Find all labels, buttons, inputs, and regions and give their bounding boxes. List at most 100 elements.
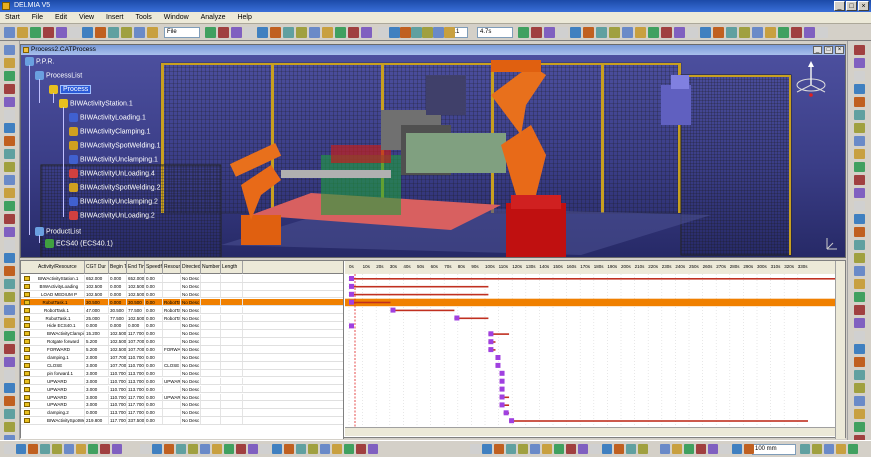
toolbar-tool-icon[interactable] — [147, 27, 158, 38]
toolbar-tool-icon[interactable] — [95, 27, 106, 38]
statusbar-tool-icon[interactable] — [4, 444, 14, 454]
left-tool-icon[interactable] — [4, 110, 15, 120]
tree-node[interactable]: BIWActivityLoading.1 — [69, 113, 146, 123]
gantt-start-marker[interactable] — [509, 418, 515, 424]
table-row[interactable]: FORWARD 5.200 102.500 107.700 0.00 FORWA No De… — [21, 346, 343, 354]
minimize-button[interactable]: _ — [834, 1, 845, 11]
toolbar-tool-icon[interactable] — [700, 27, 711, 38]
column-header[interactable]: Activity/Resource — [37, 261, 85, 274]
doc-maximize-button[interactable]: □ — [824, 46, 833, 54]
statusbar-tool-icon[interactable] — [212, 444, 222, 454]
statusbar-tool-icon[interactable] — [224, 444, 234, 454]
left-tool-icon[interactable] — [4, 45, 15, 55]
toolbar-tool-icon[interactable] — [444, 27, 455, 38]
statusbar-tool-icon[interactable] — [320, 444, 330, 454]
table-row[interactable]: RobotTask.1 25.000 77.500 102.500 0.00 RobotT… — [21, 314, 343, 323]
toolbar-tool-icon[interactable] — [726, 27, 737, 38]
zoom-combo[interactable]: 100 mm — [752, 444, 796, 455]
statusbar-tool-icon[interactable] — [660, 444, 670, 454]
toolbar-tool-icon[interactable] — [348, 27, 359, 38]
toolbar-tool-icon[interactable] — [218, 27, 229, 38]
table-row[interactable]: clamping.1 2.000 107.700 110.700 0.00 No Desc — [21, 354, 343, 362]
left-tool-icon[interactable] — [4, 318, 15, 328]
toolbar-tool-icon[interactable] — [309, 27, 320, 38]
table-row[interactable]: clamping.2 0.000 113.700 117.700 0.00 No Desc — [21, 409, 343, 417]
gantt-bar[interactable] — [349, 278, 835, 280]
statusbar-tool-icon[interactable] — [530, 444, 540, 454]
statusbar-tool-icon[interactable] — [578, 444, 588, 454]
column-header[interactable]: End Tim — [127, 261, 145, 274]
gantt-start-marker[interactable] — [499, 378, 505, 384]
menu-start[interactable]: Start — [0, 12, 25, 24]
table-row[interactable]: RobotTask.1 47.000 30.500 77.500 0.00 RobotTa… — [21, 306, 343, 315]
toolbar-tool-icon[interactable] — [4, 27, 15, 38]
tree-node[interactable]: ECS40 (ECS40.1) — [45, 239, 113, 249]
column-header[interactable]: Speedfac — [145, 261, 163, 274]
left-tool-icon[interactable] — [4, 175, 15, 185]
statusbar-tool-icon[interactable] — [708, 444, 718, 454]
tree-node[interactable]: BIWActivityStation.1 — [59, 99, 133, 109]
statusbar-tool-icon[interactable] — [332, 444, 342, 454]
doc-minimize-button[interactable]: _ — [813, 46, 822, 54]
left-tool-icon[interactable] — [4, 357, 15, 367]
table-row[interactable]: UPWARD 3.000 110.700 117.700 0.00 No Desc — [21, 401, 343, 410]
toolbar-tool-icon[interactable] — [713, 27, 724, 38]
gantt-start-marker[interactable] — [488, 339, 494, 345]
statusbar-tool-icon[interactable] — [76, 444, 86, 454]
right-tool-icon[interactable] — [854, 175, 865, 185]
toolbar-tool-icon[interactable] — [583, 27, 594, 38]
toolbar-tool-icon[interactable] — [108, 27, 119, 38]
statusbar-tool-icon[interactable] — [200, 444, 210, 454]
left-tool-icon[interactable] — [4, 71, 15, 81]
right-tool-icon[interactable] — [854, 136, 865, 146]
toolbar-tool-icon[interactable] — [82, 27, 93, 38]
tree-node[interactable]: BIWActivityUnLoading.4 — [69, 169, 155, 179]
gantt-start-marker[interactable] — [349, 291, 354, 297]
gantt-start-marker[interactable] — [499, 370, 505, 376]
toolbar-tool-icon[interactable] — [648, 27, 659, 38]
column-header[interactable]: Length — [221, 261, 243, 274]
toolbar-tool-icon[interactable] — [544, 27, 555, 38]
column-header[interactable]: CGT Dur — [85, 261, 109, 274]
right-tool-icon[interactable] — [854, 318, 865, 328]
statusbar-tool-icon[interactable] — [272, 444, 282, 454]
toolbar-tool-icon[interactable] — [778, 27, 789, 38]
table-row[interactable]: BIWActivitySpotWel 219.800 117.700 337.500 0… — [21, 417, 343, 425]
right-tool-icon[interactable] — [854, 110, 865, 120]
left-tool-icon[interactable] — [4, 409, 15, 419]
table-row[interactable]: BIWActivityClamping 15.200 102.500 117.700 0… — [21, 330, 343, 338]
gantt-start-marker[interactable] — [499, 402, 505, 408]
toolbar-tool-icon[interactable] — [322, 27, 333, 38]
gantt-bar[interactable] — [349, 285, 489, 288]
table-row[interactable]: LOAD MEDIUM P 102.500 0.000 102.500 0.00 No D… — [21, 290, 343, 299]
right-tool-icon[interactable] — [854, 123, 865, 133]
gantt-bar[interactable] — [390, 309, 455, 312]
tree-node[interactable]: ProductList — [35, 227, 81, 237]
right-tool-icon[interactable] — [854, 201, 865, 211]
statusbar-tool-icon[interactable] — [744, 444, 754, 454]
statusbar-tool-icon[interactable] — [16, 444, 26, 454]
tree-node[interactable]: BIWActivityUnclamping.2 — [69, 197, 158, 207]
statusbar-tool-icon[interactable] — [696, 444, 706, 454]
right-tool-icon[interactable] — [854, 227, 865, 237]
tree-node[interactable]: BIWActivitySpotWelding.2 — [69, 183, 161, 193]
toolbar-tool-icon[interactable] — [596, 27, 607, 38]
statusbar-tool-icon[interactable] — [800, 444, 810, 454]
statusbar-tool-icon[interactable] — [494, 444, 504, 454]
statusbar-tool-icon[interactable] — [614, 444, 624, 454]
toolbar-tool-icon[interactable] — [30, 27, 41, 38]
right-tool-icon[interactable] — [854, 396, 865, 406]
left-tool-icon[interactable] — [4, 396, 15, 406]
toolbar-tool-icon[interactable] — [557, 27, 568, 38]
gantt-start-marker[interactable] — [349, 276, 354, 281]
statusbar-tool-icon[interactable] — [720, 444, 730, 454]
gantt-start-marker[interactable] — [349, 299, 354, 305]
statusbar-tool-icon[interactable] — [100, 444, 110, 454]
gantt-start-marker[interactable] — [495, 355, 501, 360]
toolbar-tool-icon[interactable] — [244, 27, 255, 38]
right-tool-icon[interactable] — [854, 292, 865, 302]
statusbar-tool-icon[interactable] — [296, 444, 306, 454]
statusbar-tool-icon[interactable] — [824, 444, 834, 454]
gantt-start-marker[interactable] — [499, 386, 505, 392]
tree-node[interactable]: ProcessList — [35, 71, 82, 81]
